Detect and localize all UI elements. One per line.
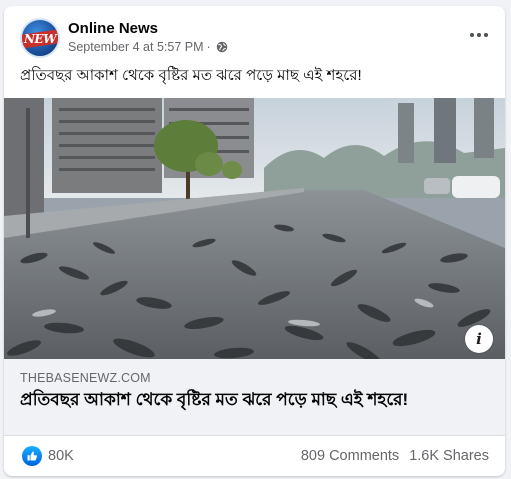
post-caption: প্রতিবছর আকাশ থেকে বৃষ্টির মত ঝরে পড়ে ম… — [20, 67, 362, 84]
thumb-glyph — [27, 451, 37, 461]
link-title[interactable]: প্রতিবছর আকাশ থেকে বৃষ্টির মত ঝরে পড়ে ম… — [20, 389, 480, 411]
more-options-button[interactable] — [465, 24, 493, 46]
like-count[interactable]: 80K — [48, 448, 74, 464]
fish-street-photo — [4, 98, 505, 359]
post-meta: September 4 at 5:57 PM · — [68, 40, 228, 54]
post-timestamp[interactable]: September 4 at 5:57 PM — [68, 40, 204, 54]
comments-count[interactable]: 809 Comments — [301, 448, 399, 464]
link-domain: THEBASENEWZ.COM — [20, 371, 151, 385]
link-preview-image[interactable]: i — [4, 98, 505, 359]
more-horizontal-icon-dot — [470, 33, 474, 37]
shares-count[interactable]: 1.6K Shares — [409, 448, 489, 464]
more-horizontal-icon-dot — [477, 33, 481, 37]
globe-icon[interactable] — [216, 41, 228, 53]
post-header: NEW Online News September 4 at 5:57 PM · — [4, 6, 505, 62]
like-thumb-icon[interactable] — [22, 446, 42, 466]
page-name[interactable]: Online News — [68, 20, 158, 37]
avatar-logo-text: NEW — [23, 32, 57, 46]
news-feed-post: NEW Online News September 4 at 5:57 PM ·… — [4, 6, 505, 476]
engagement-stats: 809 Comments 1.6K Shares — [301, 448, 489, 464]
link-preview-box[interactable]: THEBASENEWZ.COM প্রতিবছর আকাশ থেকে বৃষ্ট… — [4, 359, 505, 436]
reactions-bar: 80K 809 Comments 1.6K Shares — [4, 442, 505, 472]
meta-separator: · — [206, 40, 211, 54]
info-icon[interactable]: i — [465, 325, 493, 353]
more-horizontal-icon-dot — [484, 33, 488, 37]
page-avatar[interactable]: NEW — [20, 18, 60, 58]
